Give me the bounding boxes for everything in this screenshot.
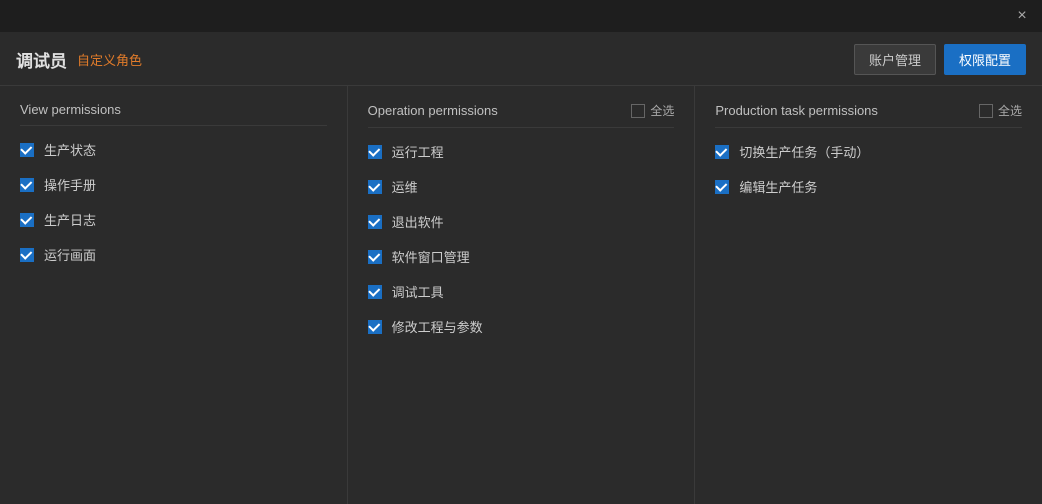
checkbox-view-2[interactable] [20, 213, 34, 227]
checkbox-label-operation-3: 软件窗口管理 [392, 247, 470, 266]
panel-view: View permissions 生产状态操作手册生产日志运行画面 [0, 86, 348, 504]
select-all-operation[interactable]: 全选 [631, 102, 674, 119]
checkbox-operation-5[interactable] [368, 320, 382, 334]
checkbox-operation-4[interactable] [368, 285, 382, 299]
panel-operation: Operation permissions 全选运行工程运维退出软件软件窗口管理调… [348, 86, 696, 504]
page-subtitle: 自定义角色 [77, 50, 142, 69]
checkbox-operation-2[interactable] [368, 215, 382, 229]
checkbox-label-view-2: 生产日志 [44, 210, 96, 229]
panel-title-operation: Operation permissions [368, 103, 498, 118]
checkbox-label-operation-4: 调试工具 [392, 282, 444, 301]
panel-title-view: View permissions [20, 102, 121, 117]
select-all-checkbox-production[interactable] [979, 104, 993, 118]
checkbox-item[interactable]: 编辑生产任务 [715, 177, 1022, 196]
checkbox-label-view-0: 生产状态 [44, 140, 96, 159]
permissions-config-button[interactable]: 权限配置 [944, 44, 1026, 75]
checkbox-item[interactable]: 修改工程与参数 [368, 317, 675, 336]
checkbox-label-production-1: 编辑生产任务 [739, 177, 817, 196]
checkbox-item[interactable]: 运维 [368, 177, 675, 196]
checkbox-item[interactable]: 软件窗口管理 [368, 247, 675, 266]
checkbox-item[interactable]: 操作手册 [20, 175, 327, 194]
checkbox-item[interactable]: 退出软件 [368, 212, 675, 231]
checkbox-item[interactable]: 运行画面 [20, 245, 327, 264]
panel-header-operation: Operation permissions 全选 [368, 102, 675, 128]
header: 调试员 自定义角色 账户管理 权限配置 [0, 32, 1042, 86]
checkbox-operation-0[interactable] [368, 145, 382, 159]
panel-header-production: Production task permissions 全选 [715, 102, 1022, 128]
panel-header-view: View permissions [20, 102, 327, 126]
checkbox-item[interactable]: 调试工具 [368, 282, 675, 301]
checkbox-label-operation-1: 运维 [392, 177, 418, 196]
checkbox-label-operation-5: 修改工程与参数 [392, 317, 483, 336]
checkbox-view-0[interactable] [20, 143, 34, 157]
header-left: 调试员 自定义角色 [16, 47, 142, 72]
panel-production: Production task permissions 全选切换生产任务（手动） 编… [695, 86, 1042, 504]
select-all-checkbox-operation[interactable] [631, 104, 645, 118]
checkbox-operation-1[interactable] [368, 180, 382, 194]
checkbox-item[interactable]: 切换生产任务（手动） [715, 142, 1022, 161]
checkbox-label-operation-2: 退出软件 [392, 212, 444, 231]
select-all-production[interactable]: 全选 [979, 102, 1022, 119]
page-title: 调试员 [16, 47, 67, 72]
header-right: 账户管理 权限配置 [854, 44, 1026, 75]
checkbox-production-0[interactable] [715, 145, 729, 159]
checkbox-view-1[interactable] [20, 178, 34, 192]
title-bar: × [0, 0, 1042, 32]
checkbox-item[interactable]: 生产状态 [20, 140, 327, 159]
checkbox-production-1[interactable] [715, 180, 729, 194]
checkbox-operation-3[interactable] [368, 250, 382, 264]
account-management-button[interactable]: 账户管理 [854, 44, 936, 75]
close-button[interactable]: × [1010, 4, 1034, 28]
checkbox-label-view-1: 操作手册 [44, 175, 96, 194]
checkbox-label-view-3: 运行画面 [44, 245, 96, 264]
panel-title-production: Production task permissions [715, 103, 878, 118]
checkbox-label-operation-0: 运行工程 [392, 142, 444, 161]
checkbox-label-production-0: 切换生产任务（手动） [739, 142, 869, 161]
main-content: View permissions 生产状态操作手册生产日志运行画面 Operatio… [0, 86, 1042, 504]
checkbox-view-3[interactable] [20, 248, 34, 262]
checkbox-item[interactable]: 生产日志 [20, 210, 327, 229]
checkbox-item[interactable]: 运行工程 [368, 142, 675, 161]
